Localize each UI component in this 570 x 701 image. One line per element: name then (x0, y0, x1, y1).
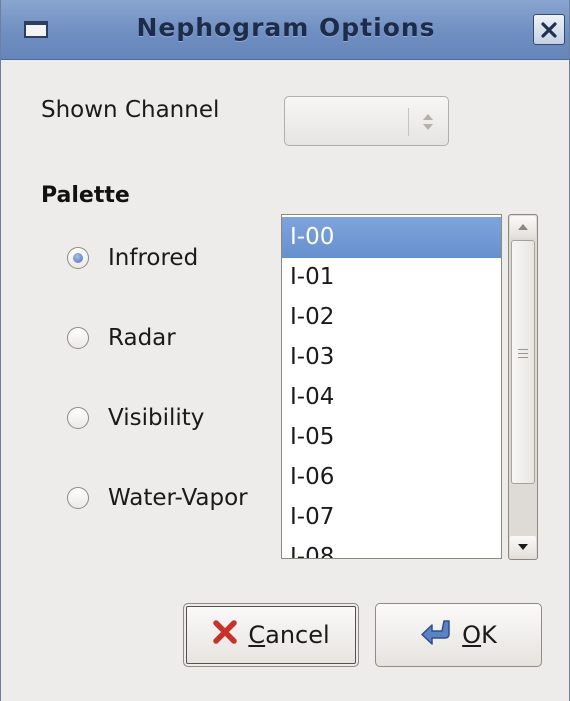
list-item[interactable]: I-07 (282, 497, 501, 538)
cancel-label-rest: ancel (265, 621, 330, 649)
x-icon (212, 619, 238, 651)
scrollbar-thumb[interactable] (511, 240, 535, 484)
spin-arrows-icon (423, 114, 433, 130)
radio-button[interactable] (67, 247, 89, 269)
arrow-up-icon (518, 224, 528, 230)
cancel-label: Cancel (248, 621, 329, 649)
arrow-down-icon (518, 544, 528, 550)
ok-label: OK (462, 621, 497, 649)
radio-radar[interactable]: Radar (67, 323, 176, 353)
cancel-mnemonic: C (248, 621, 266, 649)
list-scrollbar[interactable] (508, 214, 538, 560)
cancel-button[interactable]: Cancel (183, 603, 359, 667)
channel-listbox[interactable]: I-00 I-01 I-02 I-03 I-04 I-05 I-06 I-07 … (281, 214, 502, 559)
list-item[interactable]: I-04 (282, 377, 501, 418)
shown-channel-combobox[interactable] (284, 96, 449, 146)
thumb-grip (518, 357, 528, 358)
close-icon (541, 22, 557, 38)
title-bar[interactable]: Nephogram Options (1, 0, 569, 60)
window-title: Nephogram Options (136, 13, 436, 42)
shown-channel-label: Shown Channel (41, 97, 220, 123)
palette-heading: Palette (41, 183, 130, 208)
radio-label: Radar (108, 325, 176, 351)
radio-infrored[interactable]: Infrored (67, 243, 198, 273)
return-arrow-icon (420, 618, 452, 652)
close-button[interactable] (533, 14, 565, 45)
list-item[interactable]: I-08 (282, 537, 501, 558)
scroll-up-button[interactable] (510, 216, 536, 238)
combo-separator (408, 108, 409, 136)
ok-label-rest: K (481, 621, 497, 649)
nephogram-options-dialog: Nephogram Options Shown Channel Palette … (0, 0, 570, 701)
radio-visibility[interactable]: Visibility (67, 403, 204, 433)
ok-button[interactable]: OK (375, 603, 542, 667)
radio-label: Infrored (108, 245, 199, 271)
radio-label: Water-Vapor (108, 485, 248, 511)
thumb-grip (518, 349, 528, 350)
radio-button[interactable] (67, 327, 89, 349)
radio-button[interactable] (67, 487, 89, 509)
scroll-down-button[interactable] (510, 536, 536, 558)
list-item[interactable]: I-01 (282, 257, 501, 298)
list-item[interactable]: I-03 (282, 337, 501, 378)
radio-water-vapor[interactable]: Water-Vapor (67, 483, 248, 513)
radio-button[interactable] (67, 407, 89, 429)
list-item[interactable]: I-02 (282, 297, 501, 338)
list-item[interactable]: I-06 (282, 457, 501, 498)
thumb-grip (518, 353, 528, 354)
list-item[interactable]: I-00 (282, 217, 501, 258)
ok-mnemonic: O (462, 621, 482, 649)
list-item[interactable]: I-05 (282, 417, 501, 458)
radio-label: Visibility (108, 405, 205, 431)
